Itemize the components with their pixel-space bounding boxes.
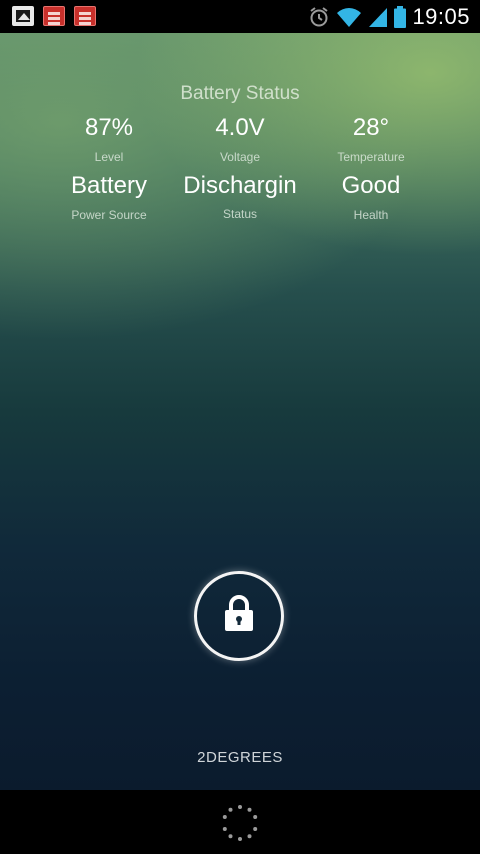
gallery-icon [12,6,34,26]
navigation-bar [0,790,480,854]
notification-icons [12,6,96,26]
health-value: Good [341,172,401,199]
loading-dots-icon [222,805,258,841]
lockscreen: 19:05 Battery Status 87% Level 4.0V Volt… [0,0,480,854]
wifi-icon [337,7,362,27]
system-icons: 19:05 [308,4,470,29]
battery-temperature-label: Temperature [337,150,405,164]
app-notification-icon [43,6,65,26]
lock-icon [225,595,253,631]
status-bar: 19:05 [0,0,480,33]
alarm-icon [310,6,329,26]
battery-health: Good Health [291,172,451,222]
health-label: Health [353,208,389,222]
widget-title: Battery Status [180,83,300,104]
battery-temperature-value: 28° [352,114,390,141]
cell-signal-icon [369,7,388,27]
app-notification-icon [74,6,96,26]
clock: 19:05 [412,4,470,29]
battery-icon [394,5,407,28]
battery-temperature: 28° Temperature [291,114,451,164]
carrier-label: 2DEGREES [197,749,283,766]
unlock-handle[interactable] [194,571,284,661]
